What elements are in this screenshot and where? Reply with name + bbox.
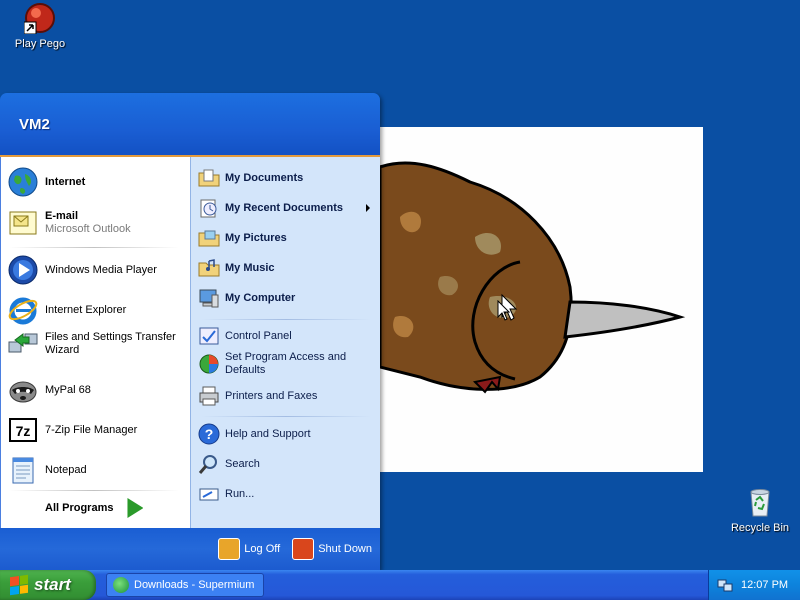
menu-item-internet[interactable]: Internet: [7, 166, 185, 198]
menu-item-7zip[interactable]: 7z 7-Zip File Manager: [7, 414, 185, 446]
outlook-icon: [7, 207, 39, 239]
taskbar-item-supermium[interactable]: Downloads - Supermium: [106, 573, 264, 597]
log-off-button[interactable]: Log Off: [218, 538, 280, 560]
menu-item-transfer-wizard[interactable]: Files and Settings Transfer Wizard: [7, 328, 185, 360]
menu-item-label: My Documents: [225, 171, 304, 184]
opossum-picture: [380, 127, 703, 472]
menu-item-sublabel: Microsoft Outlook: [45, 223, 131, 235]
menu-item-my-computer[interactable]: My Computer: [198, 287, 376, 309]
run-icon: [198, 483, 220, 505]
menu-item-label: My Music: [225, 261, 275, 274]
taskbar-item-label: Downloads - Supermium: [134, 579, 255, 591]
menu-item-set-program-access[interactable]: Set Program Access and Defaults: [198, 351, 376, 377]
all-programs-label: All Programs: [45, 502, 114, 514]
all-programs-button[interactable]: All Programs: [45, 498, 144, 518]
menu-item-internet-explorer[interactable]: Internet Explorer: [7, 294, 185, 326]
menu-item-label: Internet Explorer: [45, 303, 127, 316]
menu-item-my-music[interactable]: My Music: [198, 257, 376, 279]
menu-item-my-documents[interactable]: My Documents: [198, 167, 376, 189]
recycle-bin-icon: [744, 486, 776, 518]
supermium-icon: [113, 577, 129, 593]
transfer-wizard-icon: [7, 328, 39, 360]
taskbar: start Downloads - Supermium 12:07 PM: [0, 570, 800, 600]
log-off-label: Log Off: [244, 543, 281, 555]
menu-item-label: My Computer: [225, 291, 296, 304]
menu-item-printers-faxes[interactable]: Printers and Faxes: [198, 385, 376, 407]
menu-item-label: MyPal 68: [45, 383, 91, 396]
menu-item-label: Printers and Faxes: [225, 389, 318, 402]
start-menu-footer: Log Off Shut Down: [0, 528, 380, 570]
menu-item-mypal[interactable]: MyPal 68: [7, 374, 185, 406]
folder-music-icon: [198, 257, 220, 279]
menu-item-label: Windows Media Player: [45, 263, 157, 276]
separator: [9, 490, 179, 491]
menu-item-label: 7-Zip File Manager: [45, 423, 138, 436]
menu-item-label: Search: [225, 457, 260, 470]
7zip-icon: 7z: [7, 414, 39, 446]
menu-item-label: My Pictures: [225, 231, 287, 244]
shut-down-label: Shut Down: [318, 543, 372, 555]
control-panel-icon: [198, 325, 220, 347]
windows-logo-icon: [10, 574, 28, 596]
folder-pictures-icon: [198, 227, 220, 249]
menu-item-control-panel[interactable]: Control Panel: [198, 325, 376, 347]
start-button[interactable]: start: [0, 570, 96, 600]
menu-item-search[interactable]: Search: [198, 453, 376, 475]
menu-item-label: Notepad: [45, 463, 87, 476]
menu-item-label: Files and Settings Transfer Wizard: [45, 331, 176, 356]
user-name: VM2: [19, 115, 50, 133]
desktop-icon-label: Recycle Bin: [730, 522, 790, 534]
separator: [201, 319, 371, 320]
menu-item-my-recent-documents[interactable]: My Recent Documents: [198, 197, 376, 219]
clock[interactable]: 12:07 PM: [741, 579, 788, 591]
menu-item-label: Control Panel: [225, 329, 292, 342]
network-icon[interactable]: [717, 577, 733, 593]
globe-icon: [7, 166, 39, 198]
menu-item-label: Help and Support: [225, 427, 311, 440]
recent-documents-icon: [198, 197, 220, 219]
menu-item-my-pictures[interactable]: My Pictures: [198, 227, 376, 249]
submenu-arrow-icon: [366, 204, 370, 212]
menu-item-label: Run...: [225, 487, 255, 500]
desktop-icon-label: Play Pego: [14, 38, 66, 50]
printer-icon: [198, 385, 220, 407]
green-arrow-icon: [127, 498, 144, 518]
start-menu-header: VM2: [0, 93, 380, 157]
menu-item-label: Internet: [45, 175, 86, 188]
folder-documents-icon: [198, 167, 220, 189]
help-icon: ?: [198, 423, 220, 445]
notepad-icon: [7, 454, 39, 486]
computer-icon: [198, 287, 220, 309]
svg-text:?: ?: [205, 426, 214, 442]
menu-item-email[interactable]: E-mail Microsoft Outlook: [7, 207, 185, 239]
separator: [201, 416, 371, 417]
search-icon: [198, 453, 220, 475]
start-menu-left-pane: Internet E-mail Microsoft Outlook Window…: [0, 157, 190, 528]
menu-item-help-support[interactable]: ? Help and Support: [198, 423, 376, 445]
pego-icon: [23, 2, 56, 35]
key-icon: [218, 538, 241, 560]
system-tray: 12:07 PM: [708, 570, 800, 600]
separator: [9, 247, 179, 248]
mypal-icon: [7, 374, 39, 406]
menu-item-label: My Recent Documents: [225, 201, 343, 214]
mouse-cursor-icon: [497, 300, 511, 321]
menu-item-run[interactable]: Run...: [198, 483, 376, 505]
media-player-icon: [7, 254, 39, 286]
menu-item-notepad[interactable]: Notepad: [7, 454, 185, 486]
menu-item-label: Set Program Access and Defaults: [225, 351, 347, 376]
desktop-icon-recycle-bin[interactable]: Recycle Bin: [722, 486, 798, 534]
menu-item-label: E-mail: [45, 210, 79, 222]
ie-icon: [7, 294, 39, 326]
start-menu-right-pane: My Documents My Recent Documents My Pict…: [190, 157, 380, 528]
menu-item-windows-media-player[interactable]: Windows Media Player: [7, 254, 185, 286]
start-label: start: [34, 575, 71, 594]
svg-text:7z: 7z: [16, 423, 31, 439]
program-access-icon: [198, 353, 220, 375]
start-menu: VM2 Internet E-mail Microsoft Outlook Wi…: [0, 93, 380, 570]
desktop-icon-play-pego[interactable]: Play Pego: [2, 2, 78, 50]
power-icon: [292, 538, 315, 560]
shut-down-button[interactable]: Shut Down: [292, 538, 372, 560]
